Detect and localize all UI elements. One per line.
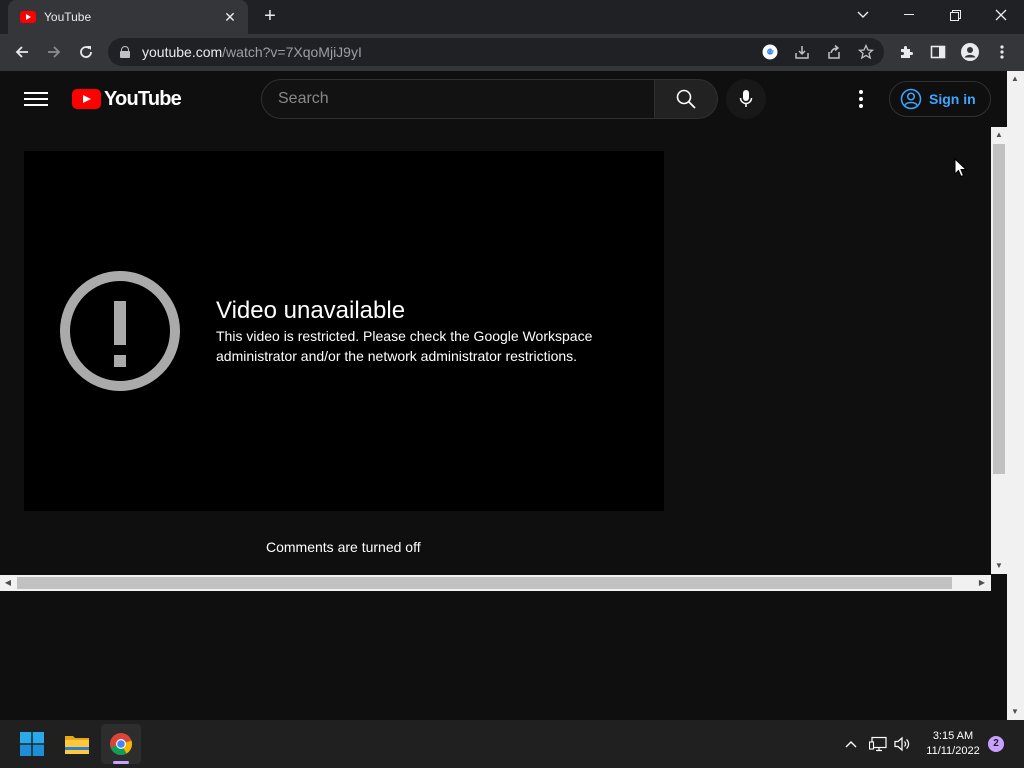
page-blank-area — [0, 591, 1007, 720]
search-box[interactable] — [261, 79, 655, 119]
back-arrow-icon[interactable] — [6, 34, 38, 70]
error-message: This video is restricted. Please check t… — [216, 328, 593, 364]
reload-icon[interactable] — [70, 34, 102, 70]
guide-menu-icon[interactable] — [24, 88, 48, 110]
youtube-logo-text: YouTube — [104, 87, 182, 110]
sign-in-label: Sign in — [929, 91, 976, 107]
scroll-left-arrow-icon[interactable]: ◀ — [0, 575, 16, 591]
url-path: /watch?v=7XqoMjiJ9yI — [222, 44, 362, 60]
chrome-menu-icon[interactable] — [986, 34, 1018, 70]
install-app-icon[interactable] — [790, 40, 814, 64]
search-input[interactable] — [278, 90, 654, 108]
new-tab-button[interactable]: + — [258, 5, 282, 29]
windows-start-icon[interactable] — [12, 724, 52, 764]
chrome-active-indicator — [113, 761, 129, 764]
clock-date: 11/11/2022 — [926, 745, 980, 757]
search-button[interactable] — [654, 79, 718, 119]
tab-search-chevron-icon[interactable] — [840, 0, 886, 30]
microphone-icon — [739, 90, 753, 107]
scroll-down-arrow-icon[interactable]: ▼ — [991, 558, 1007, 574]
mouse-cursor-icon — [954, 158, 968, 178]
vertical-scroll-thumb[interactable] — [993, 144, 1005, 474]
close-window-button[interactable] — [978, 0, 1024, 30]
youtube-play-logo-icon — [72, 89, 101, 109]
scroll-up-arrow-icon[interactable]: ▲ — [991, 127, 1007, 143]
account-circle-icon — [900, 88, 922, 110]
exclamation-warning-icon — [60, 271, 180, 391]
network-icon[interactable] — [866, 732, 890, 756]
minimize-button[interactable] — [886, 0, 932, 30]
settings-more-icon[interactable] — [852, 87, 870, 111]
chrome-taskbar-icon[interactable] — [101, 724, 141, 764]
side-panel-icon[interactable] — [922, 34, 954, 70]
notification-badge[interactable]: 2 — [988, 736, 1004, 752]
scroll-right-arrow-icon[interactable]: ▶ — [974, 575, 990, 591]
voice-search-button[interactable] — [726, 79, 766, 119]
volume-icon[interactable] — [891, 732, 915, 756]
forward-arrow-icon[interactable] — [38, 34, 70, 70]
tab-close-icon[interactable]: ✕ — [222, 9, 238, 26]
youtube-logo[interactable]: YouTube — [72, 87, 182, 110]
share-icon[interactable] — [822, 40, 846, 64]
google-lens-icon[interactable] — [758, 40, 782, 64]
restore-button[interactable] — [932, 0, 978, 30]
horizontal-scroll-thumb[interactable] — [17, 577, 952, 589]
clock-time: 3:15 AM — [932, 730, 974, 742]
comments-status: Comments are turned off — [266, 539, 421, 555]
search-icon — [676, 89, 696, 109]
url-host: youtube.com — [142, 44, 223, 60]
tab-title: YouTube — [44, 10, 92, 24]
file-explorer-icon[interactable] — [57, 724, 97, 764]
extensions-puzzle-icon[interactable] — [890, 34, 922, 70]
browser-tab-youtube[interactable]: YouTube ✕ — [8, 0, 248, 34]
profile-avatar-icon[interactable] — [954, 34, 986, 70]
browser-scroll-down-arrow-icon[interactable]: ▼ — [1007, 704, 1023, 720]
show-hidden-icons-chevron-icon[interactable] — [839, 732, 863, 756]
error-title: Video unavailable — [216, 297, 406, 324]
taskbar-clock[interactable]: 3:15 AM 11/11/2022 — [918, 729, 988, 759]
sign-in-button[interactable]: Sign in — [889, 81, 991, 117]
lock-icon[interactable] — [120, 46, 130, 58]
youtube-favicon-icon — [20, 11, 36, 23]
browser-vertical-scrollbar[interactable] — [1007, 71, 1024, 720]
bookmark-star-icon[interactable] — [854, 40, 878, 64]
browser-scroll-up-arrow-icon[interactable]: ▲ — [1007, 71, 1023, 87]
